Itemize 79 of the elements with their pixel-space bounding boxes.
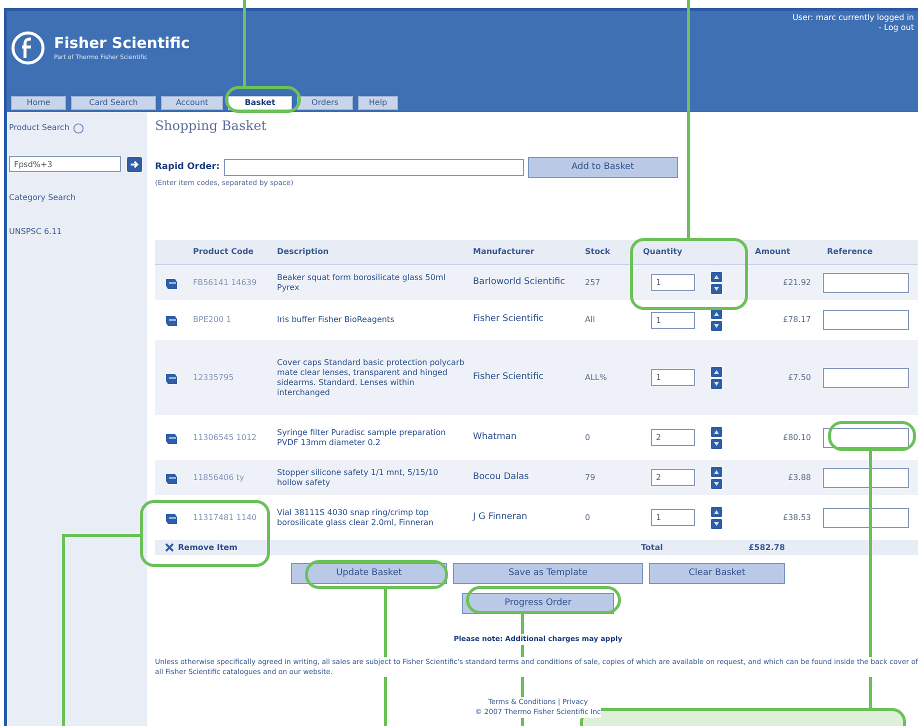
column-header: Product Code xyxy=(193,247,255,257)
basket-action-button[interactable]: Update Basket xyxy=(291,563,447,584)
stock-cell-text: 79 xyxy=(585,472,596,484)
manufacturer-cell-text: Barloworld Scientific xyxy=(473,276,566,288)
product-code[interactable]: 11317481 1140 xyxy=(193,512,271,522)
product-description[interactable]: Iris buffer Fisher BioReagents xyxy=(277,315,473,325)
quantity-field[interactable]: 2 xyxy=(651,429,695,446)
column-header: Description xyxy=(277,247,330,257)
product-description[interactable]: Stopper silicone safety 1/1 mnt, 5/15/10 hollow safety xyxy=(277,468,473,488)
rapid-order-field[interactable] xyxy=(224,159,524,176)
amount-cell-text: £78.17 xyxy=(782,314,812,326)
nav-tab[interactable]: Basket xyxy=(228,96,292,110)
help-icon[interactable] xyxy=(73,122,84,134)
stock-cell-text: All xyxy=(585,314,596,326)
total-label: Total xyxy=(640,542,664,554)
total-amount: £582.78 xyxy=(748,542,786,554)
column-header: Quantity xyxy=(643,247,684,257)
sidebar-link[interactable]: Category Search xyxy=(9,192,147,204)
stock-cell-text: 0 xyxy=(585,432,592,444)
nav-tab[interactable]: Home xyxy=(11,96,66,110)
user-status: User: marc currently logged in xyxy=(792,13,914,23)
quantity-stepper-icon[interactable] xyxy=(711,466,722,488)
column-header: Manufacturer xyxy=(473,247,536,257)
reference-field[interactable] xyxy=(823,368,909,388)
amount-cell-text: £7.50 xyxy=(787,372,812,384)
product-description[interactable]: Vial 38111S 4030 snap ring/crimp top borosilicate glass clear 2.0ml, Finneran xyxy=(277,508,473,528)
quantity-field[interactable]: 1 xyxy=(651,509,695,526)
logout-link[interactable]: - Log out xyxy=(878,23,914,33)
search-field[interactable]: Fpsd%+3 xyxy=(9,156,121,172)
nav-tab[interactable]: Help xyxy=(358,96,398,110)
product-code[interactable]: 11306545 1012 xyxy=(193,432,271,442)
column-header: Reference xyxy=(826,247,873,257)
manufacturer-cell-text: Bocou Dalas xyxy=(473,472,530,484)
manufacturer-cell-text: Fisher Scientific xyxy=(473,372,545,384)
remove-icon[interactable] xyxy=(165,543,174,552)
sidebar-link[interactable]: UNSPSC 6.11 xyxy=(9,226,147,238)
stock-cell-text: 0 xyxy=(585,512,592,524)
stock-cell-text: ALL% xyxy=(585,372,608,384)
column-header: Stock xyxy=(585,247,612,257)
manufacturer-cell-text: Whatman xyxy=(473,432,518,444)
reference-field[interactable] xyxy=(823,428,909,448)
remove-item-link[interactable]: Remove Item xyxy=(178,542,238,554)
quantity-stepper-icon[interactable] xyxy=(711,366,722,388)
page-title: Shopping Basket xyxy=(155,118,268,135)
add-to-basket-button[interactable]: Add to Basket xyxy=(528,157,678,178)
logo-icon xyxy=(10,30,46,66)
quantity-stepper-icon[interactable] xyxy=(711,272,722,294)
reference-field[interactable] xyxy=(823,508,909,528)
column-header: Amount xyxy=(755,247,792,257)
field-label: Rapid Order: xyxy=(155,160,220,174)
reference-field[interactable] xyxy=(823,310,909,330)
brand-name: Fisher Scientific xyxy=(54,34,190,53)
quantity-field[interactable]: 2 xyxy=(651,469,695,486)
reference-field[interactable] xyxy=(823,272,909,292)
quantity-field[interactable]: 1 xyxy=(651,312,695,328)
quantity-stepper-icon[interactable] xyxy=(711,506,722,528)
manufacturer-cell-text: Fisher Scientific xyxy=(473,314,545,326)
nav-tab[interactable]: Account xyxy=(161,96,223,110)
quantity-field[interactable]: 1 xyxy=(651,369,695,386)
stock-cell-text: 257 xyxy=(585,276,602,288)
quantity-stepper-icon[interactable] xyxy=(711,426,722,448)
product-description[interactable]: Syringe filter Puradisc sample preparation PVDF 13mm diameter 0.2 xyxy=(277,428,473,448)
product-description[interactable]: Beaker squat form borosilicate glass 50ml Pyrex xyxy=(277,272,473,292)
basket-action-button[interactable]: Save as Template xyxy=(453,563,643,584)
amount-cell-text: £38.53 xyxy=(782,512,812,524)
product-code[interactable]: BPE200 1 xyxy=(193,315,271,325)
sidebar-heading: Product Search xyxy=(9,122,70,134)
basket-icon[interactable] xyxy=(165,313,179,327)
amount-cell-text: £21.92 xyxy=(782,276,812,288)
quantity-stepper-icon[interactable] xyxy=(711,309,722,331)
reference-field[interactable] xyxy=(823,468,909,488)
basket-action-button[interactable]: Clear Basket xyxy=(649,563,785,584)
product-description[interactable]: Cover caps Standard basic protection polycarb mate clear lenses, transparent and hinged sidearms. Standard. Lenses within interchanged xyxy=(277,358,473,398)
nav-tab[interactable]: Card Search xyxy=(71,96,156,110)
nav-tab[interactable]: Orders xyxy=(297,96,353,110)
amount-cell-text: £3.88 xyxy=(787,472,812,484)
quantity-field[interactable]: 1 xyxy=(651,274,695,291)
amount-cell-text: £80.10 xyxy=(782,432,812,444)
manufacturer-cell-text: J G Finneran xyxy=(473,512,528,524)
